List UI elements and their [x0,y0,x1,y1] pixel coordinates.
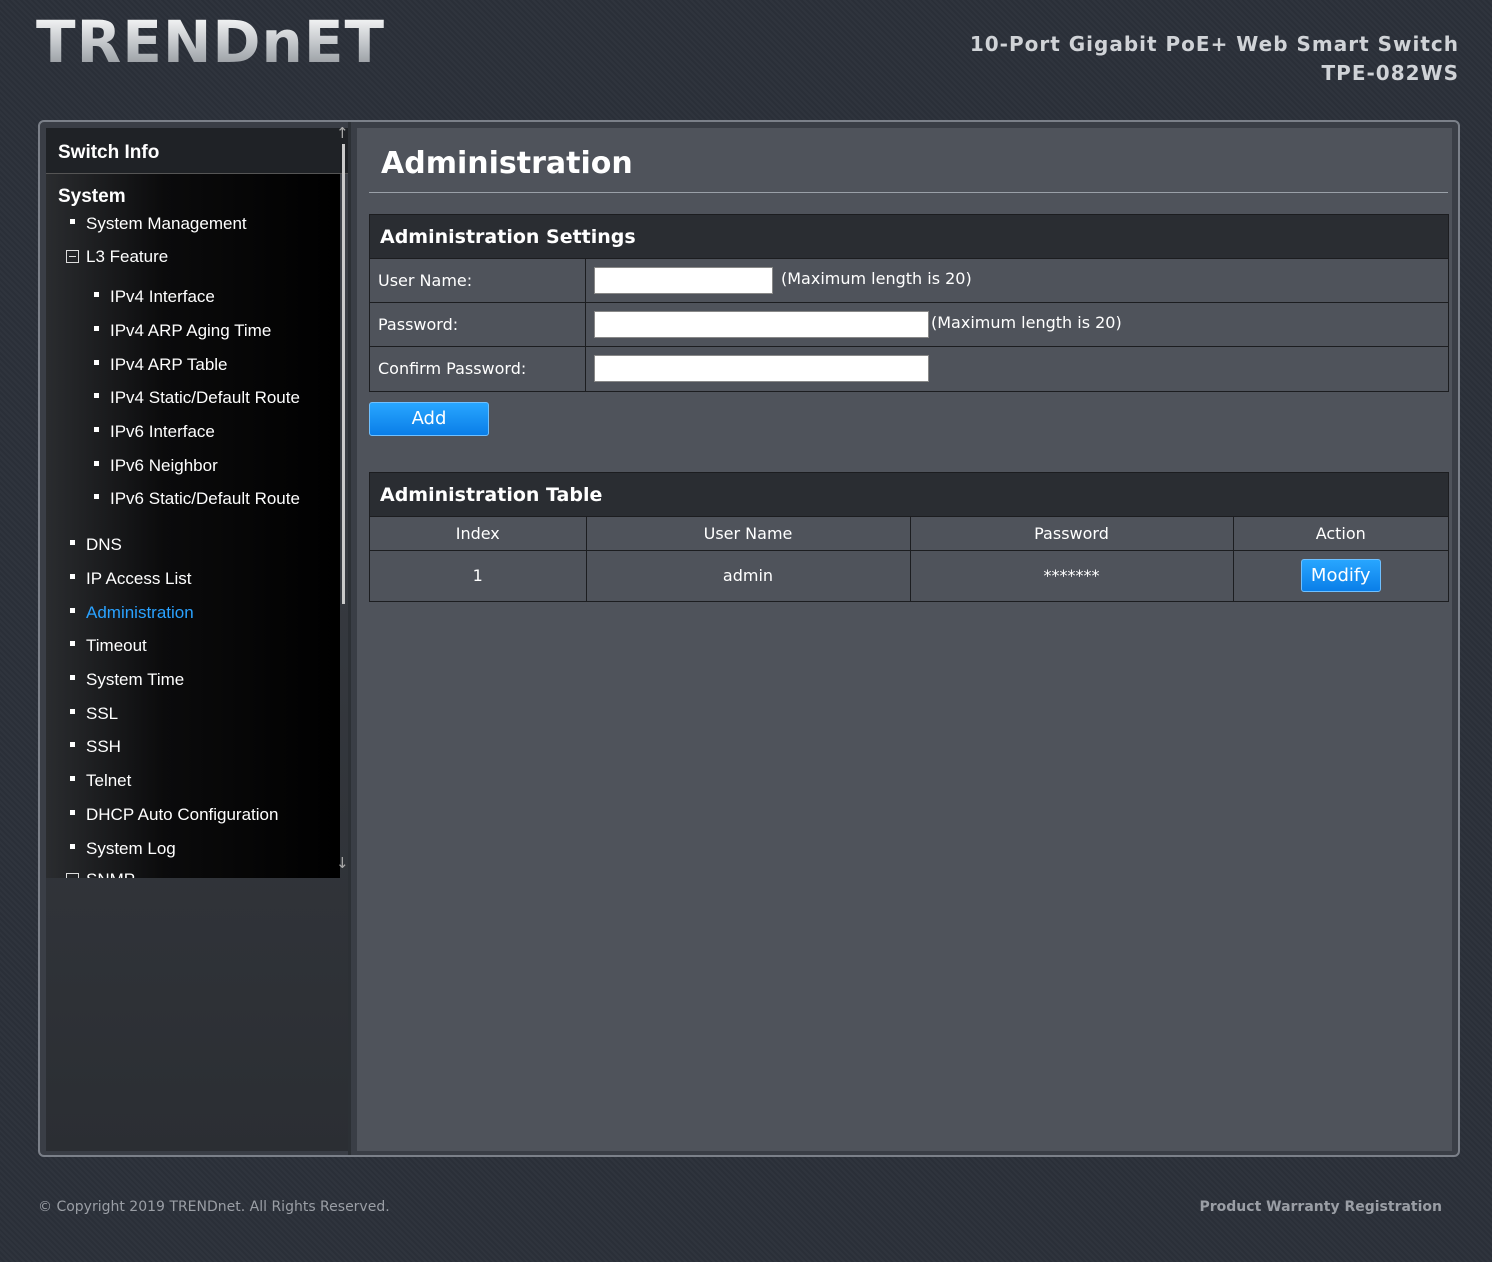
divider [348,122,351,1155]
column-header-user-name: User Name [585,517,911,551]
sidebar-item-telnet[interactable]: Telnet [70,771,131,791]
column-header-password: Password [909,517,1234,551]
password-hint: (Maximum length is 20) [931,313,1122,332]
sidebar-item-system-management[interactable]: System Management [70,214,247,234]
sidebar-item-ipv6-interface[interactable]: IPv6 Interface [94,422,215,442]
sidebar-section-system[interactable]: System [58,186,126,208]
column-header-index: Index [370,517,587,551]
column-header-action: Action [1232,517,1448,551]
bullet-icon [94,360,99,366]
confirm-password-label: Confirm Password: [370,347,586,391]
sidebar-item-ipv4-arp-table[interactable]: IPv4 ARP Table [94,355,228,375]
user-name-input[interactable] [594,267,773,294]
bullet-icon [94,326,99,332]
sidebar-item-snmp[interactable]: SNMP [66,870,135,878]
scrollbar-thumb[interactable] [342,144,345,604]
sidebar-item-dhcp-auto-configuration[interactable]: DHCP Auto Configuration [70,805,278,825]
password-input[interactable] [594,311,929,338]
sidebar-item-l3-feature[interactable]: L3 Feature [66,247,168,267]
sidebar-item-administration[interactable]: Administration [70,603,194,623]
administration-table: Index User Name Password Action 1 admin … [370,517,1448,601]
product-name: 10-Port Gigabit PoE+ Web Smart Switch [969,32,1459,56]
sidebar-item-ipv6-static-route[interactable]: IPv6 Static/Default Route [94,489,300,509]
title-divider [369,192,1448,193]
bullet-icon [70,675,75,681]
sidebar-header-switch-info[interactable]: Switch Info [46,128,348,174]
scroll-down-icon[interactable]: ↓ [336,854,349,872]
bullet-icon [70,810,75,816]
table-header-row: Index User Name Password Action [370,517,1448,551]
bullet-icon [70,608,75,614]
add-button[interactable]: Add [369,402,489,436]
password-row: Password: (Maximum length is 20) [370,303,1448,347]
confirm-password-input[interactable] [594,355,929,382]
collapse-icon[interactable] [66,873,79,878]
cell-user-name: admin [585,549,911,601]
sidebar-item-ipv4-interface[interactable]: IPv4 Interface [94,287,215,307]
sidebar-item-system-log[interactable]: System Log [70,839,176,859]
administration-settings-panel: Administration Settings User Name: (Maxi… [369,214,1449,392]
cell-action: Modify [1232,549,1448,601]
bullet-icon [94,292,99,298]
sidebar-item-ipv6-neighbor[interactable]: IPv6 Neighbor [94,456,218,476]
bullet-icon [70,709,75,715]
main-content: Administration Administration Settings U… [357,128,1452,1151]
bullet-icon [70,776,75,782]
bullet-icon [70,540,75,546]
user-name-label: User Name: [370,259,586,302]
bullet-icon [70,219,75,225]
sidebar-item-ipv4-static-route[interactable]: IPv4 Static/Default Route [94,388,300,408]
table-row: 1 admin ******* Modify [370,549,1448,601]
page-title: Administration [381,146,633,181]
modify-button[interactable]: Modify [1300,559,1381,593]
sidebar-item-dns[interactable]: DNS [70,535,122,555]
bullet-icon [70,742,75,748]
collapse-icon[interactable] [66,250,79,263]
bullet-icon [94,393,99,399]
sidebar: Switch Info System System Management L3 … [46,128,348,1151]
bullet-icon [94,461,99,467]
user-name-row: User Name: (Maximum length is 20) [370,259,1448,303]
sidebar-menu: System System Management L3 Feature IPv4… [46,174,340,878]
sidebar-item-ssl[interactable]: SSL [70,704,118,724]
sidebar-item-ip-access-list[interactable]: IP Access List [70,569,192,589]
trendnet-logo: TRENDnET [36,8,386,76]
bullet-icon [70,574,75,580]
copyright-text: © Copyright 2019 TRENDnet. All Rights Re… [38,1199,390,1215]
sidebar-item-ssh[interactable]: SSH [70,737,121,757]
product-warranty-link[interactable]: Product Warranty Registration [1200,1199,1443,1215]
cell-index: 1 [370,549,587,601]
confirm-password-row: Confirm Password: [370,347,1448,391]
cell-password: ******* [909,549,1234,601]
bullet-icon [94,427,99,433]
sidebar-item-timeout[interactable]: Timeout [70,636,147,656]
table-heading: Administration Table [370,473,1448,517]
bullet-icon [70,641,75,647]
product-model: TPE-082WS [1321,61,1459,85]
sidebar-scrollbar[interactable]: ↑ ↓ [336,122,349,872]
scroll-up-icon[interactable]: ↑ [336,124,349,142]
password-label: Password: [370,303,586,346]
administration-table-panel: Administration Table Index User Name Pas… [369,472,1449,602]
bullet-icon [94,494,99,500]
settings-heading: Administration Settings [370,215,1448,259]
sidebar-item-system-time[interactable]: System Time [70,670,184,690]
sidebar-item-ipv4-arp-aging-time[interactable]: IPv4 ARP Aging Time [94,321,271,341]
bullet-icon [70,844,75,850]
product-header: 10-Port Gigabit PoE+ Web Smart Switch TP… [970,30,1459,88]
main-frame: Switch Info System System Management L3 … [38,120,1460,1157]
user-name-hint: (Maximum length is 20) [781,269,972,288]
